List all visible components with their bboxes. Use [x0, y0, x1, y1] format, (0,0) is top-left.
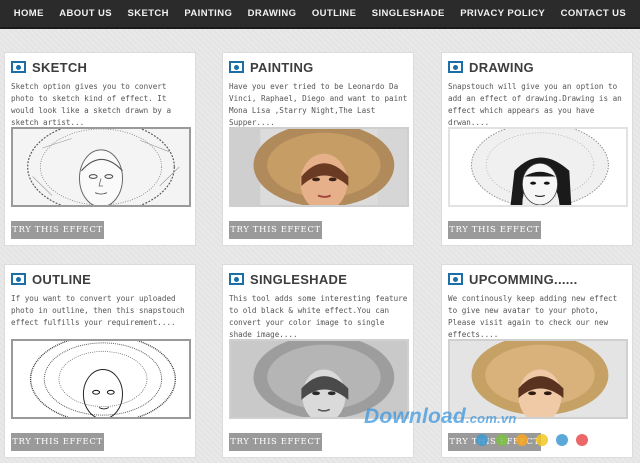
nav-painting[interactable]: PAINTING [184, 8, 232, 19]
painting-preview-image [229, 127, 409, 207]
watermark-main: Download [364, 405, 466, 428]
nav-contact-us[interactable]: CONTACT US [561, 8, 627, 19]
watermark-dot [576, 434, 588, 446]
camera-icon [11, 61, 26, 73]
card-painting: PAINTING Have you ever tried to be Leona… [222, 52, 414, 246]
drawing-preview-image [448, 127, 628, 207]
camera-icon [229, 61, 244, 73]
nav-singleshade[interactable]: SINGLESHADE [372, 8, 445, 19]
card-outline: OUTLINE If you want to convert your uplo… [4, 264, 196, 458]
card-sketch: SKETCH Sketch option gives you to conver… [4, 52, 196, 246]
watermark-dot [516, 434, 528, 446]
watermark-suffix: .com.vn [465, 411, 517, 426]
camera-icon [448, 273, 463, 285]
card-drawing: DRAWING Snapstouch will give you an opti… [441, 52, 633, 246]
camera-icon [448, 61, 463, 73]
watermark-dot [536, 434, 548, 446]
camera-icon [11, 273, 26, 285]
card-description: If you want to convert your uploaded pho… [11, 294, 185, 327]
card-title: PAINTING [250, 59, 314, 75]
try-effect-button[interactable]: TRY THIS EFFECT [448, 221, 541, 239]
sketch-preview-image [11, 127, 191, 207]
try-effect-button[interactable]: TRY THIS EFFECT [11, 221, 104, 239]
nav-sketch[interactable]: SKETCH [127, 8, 168, 19]
card-title: UPCOMMING...... [469, 271, 578, 287]
card-title: SKETCH [32, 59, 88, 75]
card-description: Sketch option gives you to convert photo… [11, 82, 172, 127]
watermark-dot [476, 434, 488, 446]
outline-preview-image [11, 339, 191, 419]
nav-home[interactable]: HOME [14, 8, 44, 19]
try-effect-button[interactable]: TRY THIS EFFECT [229, 221, 322, 239]
nav-privacy-policy[interactable]: PRIVACY POLICY [460, 8, 545, 19]
try-effect-button[interactable]: TRY THIS EFFECT [229, 433, 322, 451]
card-title: OUTLINE [32, 271, 92, 287]
watermark-dot [556, 434, 568, 446]
card-description: Snapstouch will give you an option to ad… [448, 82, 622, 127]
card-description: We continously keep adding new effect to… [448, 294, 618, 339]
card-description: This tool adds some interesting feature … [229, 294, 408, 339]
watermark-dots [476, 434, 588, 446]
card-title: SINGLESHADE [250, 271, 348, 287]
nav-about-us[interactable]: ABOUT US [59, 8, 112, 19]
nav-drawing[interactable]: DRAWING [248, 8, 297, 19]
try-effect-button[interactable]: TRY THIS EFFECT [11, 433, 104, 451]
card-title: DRAWING [469, 59, 534, 75]
nav-outline[interactable]: OUTLINE [312, 8, 357, 19]
camera-icon [229, 273, 244, 285]
watermark-dot [496, 434, 508, 446]
download-watermark: Download.com.vn [364, 405, 516, 429]
card-description: Have you ever tried to be Leonardo Da Vi… [229, 82, 408, 127]
top-navigation: HOME ABOUT US SKETCH PAINTING DRAWING OU… [0, 0, 640, 29]
